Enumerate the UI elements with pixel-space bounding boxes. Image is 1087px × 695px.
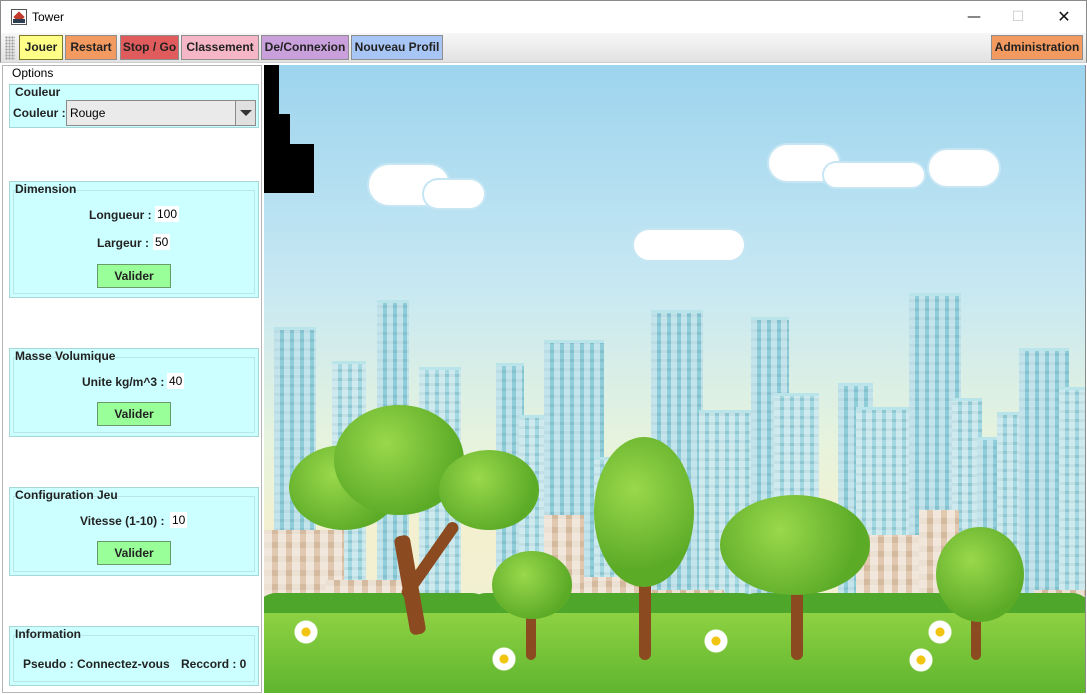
dimension-group: Dimension Longueur : 100 Largeur : 50 Va… (9, 181, 259, 298)
tree-canopy (492, 551, 572, 619)
masse-group: Masse Volumique Unite kg/m^3 : 40 Valide… (9, 348, 259, 437)
tower-block (279, 114, 290, 193)
largeur-input[interactable]: 50 (153, 234, 171, 250)
couleur-select[interactable]: Rouge (66, 100, 256, 126)
connexion-button[interactable]: De/Connexion (261, 35, 349, 60)
information-group: Information Pseudo : Connectez-vous Recc… (9, 626, 259, 686)
flower (928, 620, 952, 644)
flower (909, 648, 933, 672)
couleur-label: Couleur : (13, 106, 66, 120)
vitesse-input[interactable]: 10 (170, 512, 188, 528)
flower (492, 647, 516, 671)
tree-canopy (439, 450, 539, 530)
tower-app-icon (11, 9, 27, 25)
masse-legend: Masse Volumique (15, 349, 116, 363)
largeur-label: Largeur : (97, 236, 150, 250)
restart-button[interactable]: Restart (65, 35, 117, 60)
tree-canopy (936, 527, 1024, 622)
cloud (634, 230, 744, 260)
flower (294, 620, 318, 644)
toolbar: Jouer Restart Stop / Go Classement De/Co… (0, 33, 1087, 63)
window-titlebar: Tower — ☐ ✕ (0, 0, 1087, 33)
jouer-button[interactable]: Jouer (19, 35, 63, 60)
classement-button[interactable]: Classement (181, 35, 259, 60)
game-canvas[interactable] (264, 65, 1086, 693)
config-legend: Configuration Jeu (15, 488, 118, 502)
building (1059, 387, 1085, 617)
vitesse-label: Vitesse (1-10) : (80, 514, 165, 528)
tower-block (290, 144, 314, 193)
chevron-down-icon[interactable] (235, 101, 255, 125)
config-group: Configuration Jeu Vitesse (1-10) : 10 Va… (9, 487, 259, 576)
administration-button[interactable]: Administration (991, 35, 1083, 60)
couleur-select-value: Rouge (70, 106, 106, 120)
unite-label: Unite kg/m^3 : (82, 375, 165, 389)
config-valider-button[interactable]: Valider (97, 541, 171, 565)
cloud (424, 180, 484, 208)
nouveau-profil-button[interactable]: Nouveau Profil (351, 35, 443, 60)
information-legend: Information (15, 627, 81, 641)
pseudo-text: Pseudo : Connectez-vous (23, 657, 170, 671)
tree-canopy (594, 437, 694, 587)
longueur-label: Longueur : (89, 208, 152, 222)
dimension-legend: Dimension (15, 182, 77, 196)
masse-valider-button[interactable]: Valider (97, 402, 171, 426)
flower (704, 629, 728, 653)
cloud (929, 150, 999, 186)
minimize-icon[interactable]: — (951, 1, 997, 33)
stop-go-button[interactable]: Stop / Go (120, 35, 179, 60)
tower-block (264, 65, 279, 193)
toolbar-grip-icon[interactable] (5, 36, 15, 60)
options-panel: Options Couleur Couleur : Rouge Dimensio… (2, 65, 262, 693)
window-title: Tower (32, 10, 65, 24)
maximize-icon[interactable]: ☐ (995, 1, 1041, 33)
dimension-valider-button[interactable]: Valider (97, 264, 171, 288)
ground (264, 613, 1085, 693)
options-title: Options (10, 66, 56, 80)
longueur-input[interactable]: 100 (155, 206, 180, 222)
unite-input[interactable]: 40 (167, 373, 185, 389)
record-text: Reccord : 0 (181, 657, 247, 671)
couleur-group: Couleur Couleur : Rouge (9, 84, 259, 128)
cloud (824, 163, 924, 187)
couleur-legend: Couleur (15, 85, 61, 99)
close-icon[interactable]: ✕ (1041, 1, 1087, 33)
tree-canopy (720, 495, 870, 595)
